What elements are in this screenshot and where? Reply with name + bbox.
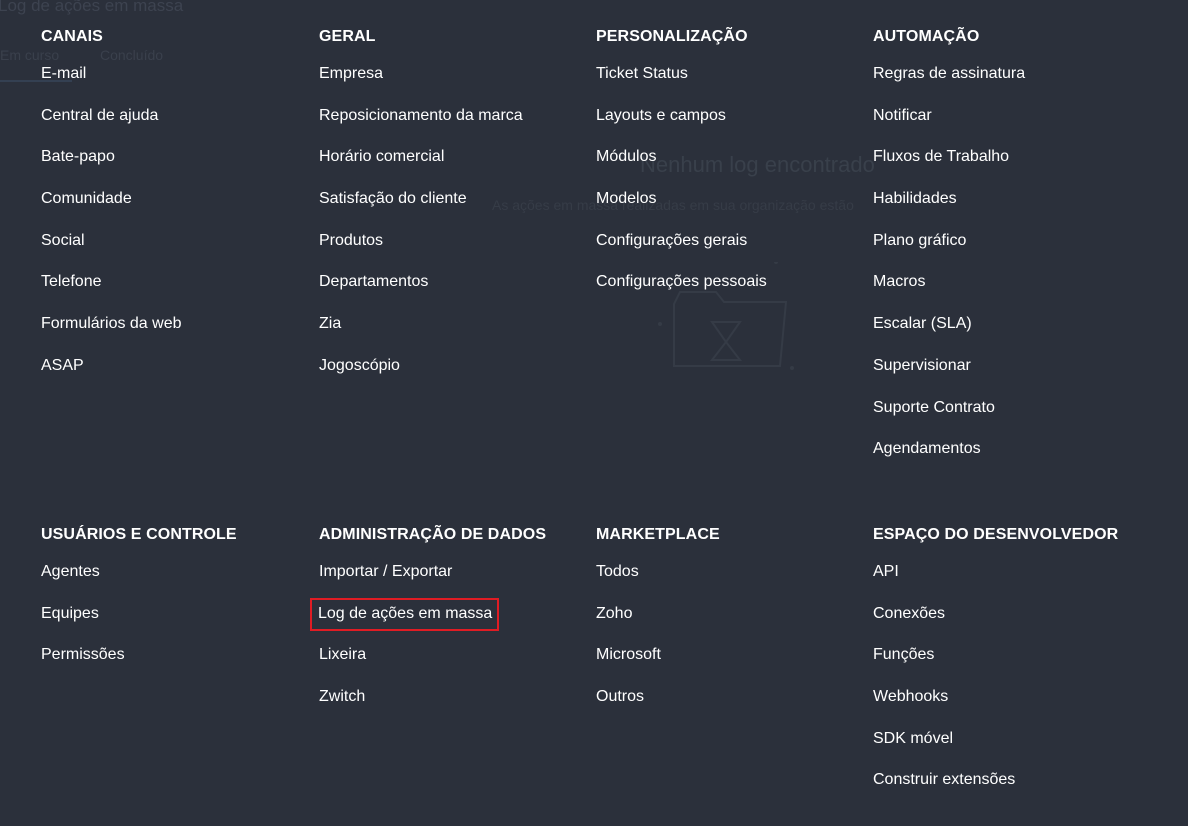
section-title: ADMINISTRAÇÃO DE DADOS <box>319 526 547 543</box>
section-items: Todos Zoho Microsoft Outros <box>596 562 720 729</box>
section-items: Importar / Exportar Log de ações em mass… <box>309 562 546 729</box>
menu-item-help-center[interactable]: Central de ajuda <box>41 106 182 148</box>
menu-item-api[interactable]: API <box>873 562 1118 604</box>
section-items: Empresa Reposicionamento da marca Horári… <box>319 64 523 398</box>
menu-item-chat[interactable]: Bate-papo <box>41 147 182 189</box>
menu-item-escalation-sla[interactable]: Escalar (SLA) <box>873 314 1025 356</box>
menu-item-support-contract[interactable]: Suporte Contrato <box>873 398 1025 440</box>
menu-item-email[interactable]: E-mail <box>41 64 182 106</box>
section-items: E-mail Central de ajuda Bate-papo Comuni… <box>41 64 182 398</box>
menu-item-telephone[interactable]: Telefone <box>41 272 182 314</box>
section-espaco-desenvolvedor: ESPAÇO DO DESENVOLVEDOR API Conexões Fun… <box>873 525 1118 812</box>
menu-item-teams[interactable]: Equipes <box>41 604 237 646</box>
section-items: Agentes Equipes Permissões <box>41 562 237 687</box>
menu-item-personal-settings[interactable]: Configurações pessoais <box>596 272 767 314</box>
menu-item-supervise[interactable]: Supervisionar <box>873 356 1025 398</box>
menu-item-agents[interactable]: Agentes <box>41 562 237 604</box>
menu-item-gamescope[interactable]: Jogoscópio <box>319 356 523 398</box>
section-items: Ticket Status Layouts e campos Módulos M… <box>596 64 767 314</box>
menu-item-web-forms[interactable]: Formulários da web <box>41 314 182 356</box>
menu-item-recycle-bin[interactable]: Lixeira <box>319 645 546 687</box>
menu-item-ticket-status[interactable]: Ticket Status <box>596 64 767 106</box>
section-items: API Conexões Funções Webhooks SDK móvel … <box>873 562 1118 812</box>
menu-item-zwitch[interactable]: Zwitch <box>319 687 546 729</box>
section-items: Regras de assinatura Notificar Fluxos de… <box>873 64 1025 481</box>
menu-item-microsoft[interactable]: Microsoft <box>596 645 720 687</box>
menu-item-products[interactable]: Produtos <box>319 231 523 273</box>
menu-item-blueprint[interactable]: Plano gráfico <box>873 231 1025 273</box>
menu-item-permissions[interactable]: Permissões <box>41 645 237 687</box>
section-title: GERAL <box>319 28 376 45</box>
section-title: USUÁRIOS E CONTROLE <box>41 526 237 543</box>
menu-item-schedules[interactable]: Agendamentos <box>873 439 1025 481</box>
menu-item-asap[interactable]: ASAP <box>41 356 182 398</box>
menu-item-mass-action-log[interactable]: Log de ações em massa <box>309 597 546 646</box>
section-personalizacao: PERSONALIZAÇÃO Ticket Status Layouts e c… <box>596 27 767 314</box>
settings-menu: CANAIS E-mail Central de ajuda Bate-papo… <box>0 0 1188 826</box>
menu-item-build-extensions[interactable]: Construir extensões <box>873 770 1118 812</box>
section-title: ESPAÇO DO DESENVOLVEDOR <box>873 526 1119 543</box>
menu-item-zoho[interactable]: Zoho <box>596 604 720 646</box>
menu-item-modules[interactable]: Módulos <box>596 147 767 189</box>
menu-item-rebranding[interactable]: Reposicionamento da marca <box>319 106 523 148</box>
menu-item-notify[interactable]: Notificar <box>873 106 1025 148</box>
menu-item-import-export[interactable]: Importar / Exportar <box>319 562 546 604</box>
menu-item-others[interactable]: Outros <box>596 687 720 729</box>
menu-item-webhooks[interactable]: Webhooks <box>873 687 1118 729</box>
menu-item-general-settings[interactable]: Configurações gerais <box>596 231 767 273</box>
section-title: MARKETPLACE <box>596 526 720 543</box>
menu-item-assignment-rules[interactable]: Regras de assinatura <box>873 64 1025 106</box>
menu-item-macros[interactable]: Macros <box>873 272 1025 314</box>
menu-item-functions[interactable]: Funções <box>873 645 1118 687</box>
menu-item-connections[interactable]: Conexões <box>873 604 1118 646</box>
menu-item-community[interactable]: Comunidade <box>41 189 182 231</box>
section-geral: GERAL Empresa Reposicionamento da marca … <box>319 27 523 398</box>
menu-item-mobile-sdk[interactable]: SDK móvel <box>873 729 1118 771</box>
section-administracao-dados: ADMINISTRAÇÃO DE DADOS Importar / Export… <box>309 525 547 729</box>
section-title: AUTOMAÇÃO <box>873 28 980 45</box>
menu-item-workflows[interactable]: Fluxos de Trabalho <box>873 147 1025 189</box>
menu-item-all[interactable]: Todos <box>596 562 720 604</box>
menu-item-business-hours[interactable]: Horário comercial <box>319 147 523 189</box>
menu-item-departments[interactable]: Departamentos <box>319 272 523 314</box>
section-marketplace: MARKETPLACE Todos Zoho Microsoft Outros <box>596 525 720 729</box>
section-usuarios-controle: USUÁRIOS E CONTROLE Agentes Equipes Perm… <box>41 525 237 687</box>
section-automacao: AUTOMAÇÃO Regras de assinatura Notificar… <box>873 27 1025 481</box>
menu-item-zia[interactable]: Zia <box>319 314 523 356</box>
section-title: CANAIS <box>41 28 103 45</box>
menu-item-company[interactable]: Empresa <box>319 64 523 106</box>
section-title: PERSONALIZAÇÃO <box>596 28 748 45</box>
menu-item-skills[interactable]: Habilidades <box>873 189 1025 231</box>
menu-item-templates[interactable]: Modelos <box>596 189 767 231</box>
section-canais: CANAIS E-mail Central de ajuda Bate-papo… <box>41 27 182 398</box>
menu-item-customer-satisfaction[interactable]: Satisfação do cliente <box>319 189 523 231</box>
menu-item-layouts-fields[interactable]: Layouts e campos <box>596 106 767 148</box>
menu-item-social[interactable]: Social <box>41 231 182 273</box>
